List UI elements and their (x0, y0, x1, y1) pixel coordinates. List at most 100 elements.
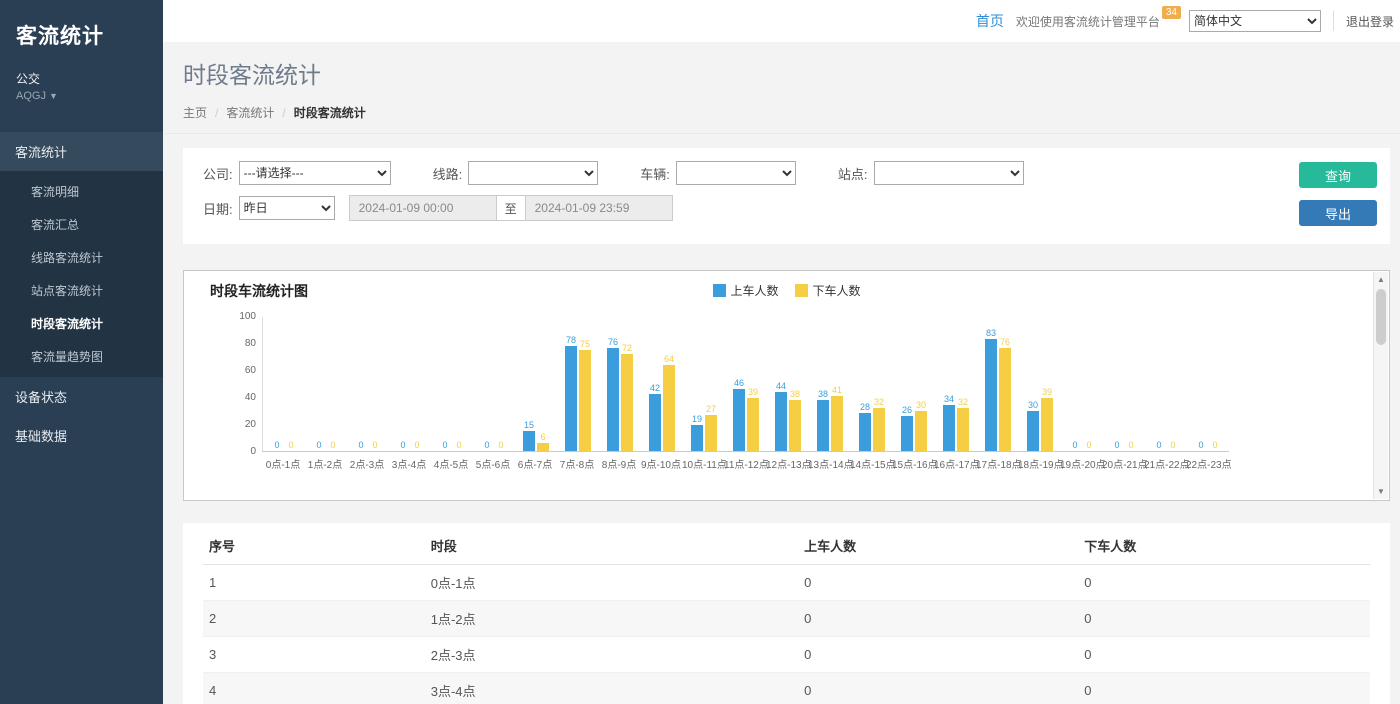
bar-group: 00 (1061, 317, 1103, 451)
chart-plot: 0000000000001567875767242641927463944383… (262, 317, 1229, 471)
chart-y-axis: 020406080100 (232, 317, 262, 452)
sidebar-item[interactable]: 时段客流统计 (0, 307, 163, 340)
x-tick-label: 11点-12点 (724, 456, 766, 471)
bar-value-label: 0 (400, 441, 405, 450)
scrollbar-thumb[interactable] (1376, 289, 1386, 345)
page-title: 时段客流统计 (183, 56, 1400, 90)
bar-wrap: 32 (873, 317, 885, 451)
company-select[interactable]: ---请选择--- (239, 161, 391, 185)
sidebar-section[interactable]: 客流统计 (0, 132, 163, 171)
bar (691, 425, 703, 451)
sidebar-item[interactable]: 线路客流统计 (0, 241, 163, 274)
table-header-cell: 时段 (425, 527, 798, 565)
bar-wrap: 76 (607, 317, 619, 451)
date-to-input[interactable] (525, 195, 673, 221)
station-select[interactable] (874, 161, 1024, 185)
table-cell: 0 (798, 601, 1078, 637)
export-button[interactable]: 导出 (1299, 200, 1377, 226)
x-tick-label: 9点-10点 (640, 456, 682, 471)
breadcrumb: 主页/客流统计/时段客流统计 (183, 104, 1400, 121)
scroll-up-icon[interactable]: ▲ (1374, 272, 1388, 287)
bar-value-label: 41 (832, 386, 842, 395)
bar-value-label: 38 (790, 390, 800, 399)
chart-panel: 时段车流统计图 上车人数下车人数 020406080100 0000000000… (183, 270, 1390, 501)
bar-value-label: 0 (1198, 441, 1203, 450)
legend-item[interactable]: 下车人数 (795, 282, 861, 299)
chart-x-axis: 0点-1点1点-2点2点-3点3点-4点4点-5点5点-6点6点-7点7点-8点… (262, 452, 1229, 471)
chart-scrollbar[interactable]: ▲ ▼ (1373, 272, 1388, 499)
legend-swatch-icon (795, 284, 808, 297)
bar (985, 339, 997, 451)
bar-group: 7875 (557, 317, 599, 451)
query-button[interactable]: 查询 (1299, 162, 1377, 188)
bar-value-label: 6 (540, 433, 545, 442)
line-select[interactable] (468, 161, 598, 185)
bar-group: 156 (515, 317, 557, 451)
page-head: 时段客流统计 主页/客流统计/时段客流统计 (163, 42, 1400, 134)
table-header-cell: 序号 (203, 527, 425, 565)
table-cell: 2点-3点 (425, 637, 798, 673)
bar-value-label: 83 (986, 329, 996, 338)
notification-badge[interactable]: 34 (1162, 6, 1181, 19)
table-cell: 0 (1078, 565, 1370, 601)
breadcrumb-item[interactable]: 时段客流统计 (294, 104, 366, 121)
bar-wrap: 0 (355, 317, 367, 451)
bar-wrap: 0 (369, 317, 381, 451)
date-from-input[interactable] (349, 195, 497, 221)
line-label: 线路: (433, 164, 463, 183)
x-tick-label: 13点-14点 (808, 456, 850, 471)
sidebar-item[interactable]: 客流明细 (0, 175, 163, 208)
sidebar-section[interactable]: 基础数据 (0, 416, 163, 455)
language-select[interactable]: 简体中文 (1189, 10, 1321, 32)
bar (1027, 411, 1039, 452)
bar (649, 394, 661, 451)
bar-value-label: 0 (1170, 441, 1175, 450)
bar-wrap: 0 (1209, 317, 1221, 451)
bar-value-label: 0 (1086, 441, 1091, 450)
bar-group: 2630 (893, 317, 935, 451)
bar (915, 411, 927, 452)
legend-item[interactable]: 上车人数 (712, 282, 778, 299)
y-tick-label: 20 (245, 419, 256, 430)
bar-wrap: 0 (397, 317, 409, 451)
bar-value-label: 34 (944, 395, 954, 404)
bar (621, 354, 633, 451)
sidebar-menu: 客流统计客流明细客流汇总线路客流统计站点客流统计时段客流统计客流量趋势图设备状态… (0, 132, 163, 455)
bar-value-label: 44 (776, 382, 786, 391)
company-label: 公司: (203, 164, 233, 183)
table-row: 21点-2点00 (203, 601, 1370, 637)
bar-value-label: 72 (622, 344, 632, 353)
sidebar-section[interactable]: 设备状态 (0, 377, 163, 416)
x-tick-label: 0点-1点 (262, 456, 304, 471)
sidebar-item[interactable]: 站点客流统计 (0, 274, 163, 307)
x-tick-label: 22点-23点 (1186, 456, 1228, 471)
breadcrumb-item[interactable]: 主页 (183, 104, 207, 121)
home-link[interactable]: 首页 (976, 11, 1004, 31)
bar-wrap: 76 (999, 317, 1011, 451)
station-label: 站点: (838, 164, 868, 183)
bar-value-label: 76 (1000, 338, 1010, 347)
sidebar-item[interactable]: 客流汇总 (0, 208, 163, 241)
bar-group: 00 (305, 317, 347, 451)
scroll-down-icon[interactable]: ▼ (1374, 484, 1388, 499)
bar-wrap: 0 (1111, 317, 1123, 451)
bar-value-label: 0 (1128, 441, 1133, 450)
x-tick-label: 7点-8点 (556, 456, 598, 471)
table-cell: 0 (798, 565, 1078, 601)
bar-value-label: 76 (608, 338, 618, 347)
bar-group: 00 (431, 317, 473, 451)
bar-group: 00 (473, 317, 515, 451)
table-row: 43点-4点00 (203, 673, 1370, 704)
bar (957, 408, 969, 451)
vehicle-select[interactable] (676, 161, 796, 185)
bar (775, 392, 787, 451)
bar-value-label: 27 (706, 405, 716, 414)
date-preset-select[interactable]: 昨日 (239, 196, 335, 220)
bar (733, 389, 745, 451)
bar-wrap: 0 (1069, 317, 1081, 451)
user-menu[interactable]: AQGJ▼ (0, 90, 163, 102)
logout-link[interactable]: 退出登录 (1333, 11, 1394, 31)
breadcrumb-item[interactable]: 客流统计 (226, 104, 274, 121)
sidebar-item[interactable]: 客流量趋势图 (0, 340, 163, 373)
bar-value-label: 0 (456, 441, 461, 450)
